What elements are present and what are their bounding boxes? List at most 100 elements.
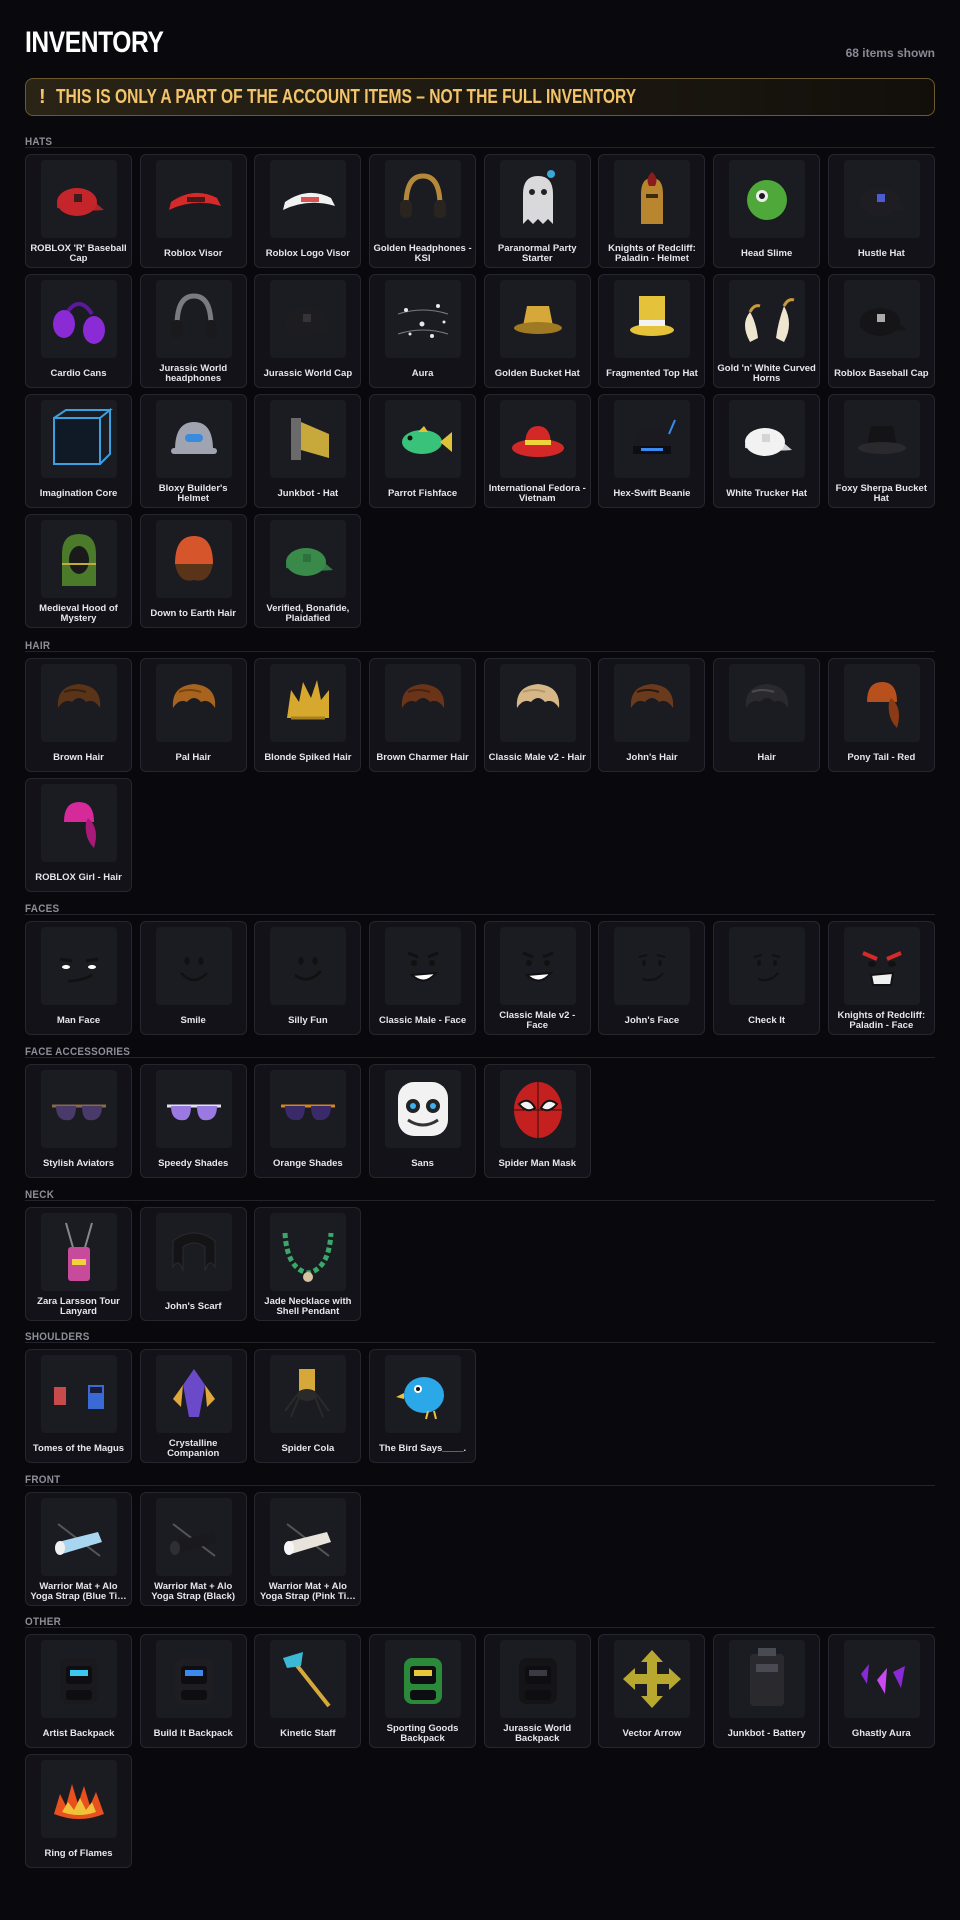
fedora-icon bbox=[499, 400, 576, 478]
item-name: Stylish Aviators bbox=[29, 1151, 128, 1177]
item-name: Artist Backpack bbox=[29, 1721, 128, 1747]
slime-icon bbox=[729, 160, 806, 238]
item-card[interactable]: Gold 'n' White Curved Horns bbox=[713, 274, 821, 388]
item-card[interactable]: Jurassic World headphones bbox=[139, 274, 247, 388]
cap-icon bbox=[270, 280, 347, 358]
item-name-text: Check It bbox=[748, 1014, 786, 1026]
item-card[interactable]: Golden Headphones - KSI bbox=[369, 154, 477, 268]
item-card[interactable]: ROBLOX Girl - Hair bbox=[25, 778, 132, 892]
item-card[interactable]: ROBLOX 'R' Baseball Cap bbox=[25, 154, 132, 268]
item-card[interactable]: Hustle Hat bbox=[827, 154, 935, 268]
skull-icon bbox=[385, 1070, 462, 1148]
item-card[interactable]: Knights of Redcliff: Paladin - Helmet bbox=[598, 154, 706, 268]
item-card[interactable]: Spider Man Mask bbox=[483, 1064, 591, 1178]
item-card[interactable]: Jade Necklace with Shell Pendant bbox=[254, 1207, 362, 1321]
item-card[interactable]: Junkbot - Battery bbox=[713, 1634, 821, 1748]
item-card[interactable]: Roblox Baseball Cap bbox=[827, 274, 935, 388]
item-name-text: The Bird Says____. bbox=[378, 1442, 467, 1454]
item-grid: ROBLOX 'R' Baseball Cap Roblox Visor Roblo… bbox=[25, 154, 935, 628]
ghastly-icon bbox=[843, 1640, 920, 1718]
item-card[interactable]: Speedy Shades bbox=[139, 1064, 247, 1178]
item-card[interactable]: Vector Arrow bbox=[598, 1634, 706, 1748]
item-card[interactable]: Zara Larsson Tour Lanyard bbox=[25, 1207, 132, 1321]
item-card[interactable]: John's Face bbox=[598, 921, 706, 1035]
item-card[interactable]: Hair bbox=[713, 658, 821, 772]
item-card[interactable]: John's Scarf bbox=[139, 1207, 247, 1321]
item-card[interactable]: Junkbot - Hat bbox=[254, 394, 362, 508]
headphones-icon bbox=[155, 280, 232, 358]
item-card[interactable]: Classic Male v2 - Face bbox=[483, 921, 591, 1035]
item-card[interactable]: Warrior Mat + Alo Yoga Strap (Pink Ti… bbox=[254, 1492, 362, 1606]
item-card[interactable]: White Trucker Hat bbox=[713, 394, 821, 508]
item-card[interactable]: Foxy Sherpa Bucket Hat bbox=[827, 394, 935, 508]
lanyard-icon bbox=[41, 1213, 117, 1291]
item-card[interactable]: Ring of Flames bbox=[25, 1754, 132, 1868]
item-name-text: ROBLOX 'R' Baseball Cap bbox=[30, 242, 127, 264]
item-card[interactable]: Medieval Hood of Mystery bbox=[25, 514, 132, 628]
item-card[interactable]: Classic Male v2 - Hair bbox=[483, 658, 591, 772]
item-name-text: Pal Hair bbox=[175, 751, 211, 763]
item-card[interactable]: Ghastly Aura bbox=[827, 1634, 935, 1748]
item-name-text: Warrior Mat + Alo Yoga Strap (Pink Ti… bbox=[260, 1580, 356, 1602]
item-card[interactable]: Roblox Visor bbox=[139, 154, 247, 268]
item-card[interactable]: Head Slime bbox=[713, 154, 821, 268]
item-card[interactable]: Roblox Logo Visor bbox=[254, 154, 362, 268]
item-card[interactable]: Crystalline Companion bbox=[139, 1349, 247, 1463]
item-card[interactable]: Sporting Goods Backpack bbox=[369, 1634, 477, 1748]
item-card[interactable]: Jurassic World Cap bbox=[254, 274, 362, 388]
item-card[interactable]: Check It bbox=[713, 921, 821, 1035]
item-card[interactable]: Warrior Mat + Alo Yoga Strap (Black) bbox=[139, 1492, 247, 1606]
item-card[interactable]: Artist Backpack bbox=[25, 1634, 132, 1748]
section-shoulders: SHOULDERS Tomes of the Magus Crystalline C… bbox=[25, 1327, 935, 1463]
item-card[interactable]: Cardio Cans bbox=[25, 274, 132, 388]
item-name-text: Classic Male v2 - Face bbox=[499, 1009, 576, 1031]
item-card[interactable]: Blonde Spiked Hair bbox=[254, 658, 362, 772]
item-card[interactable]: Fragmented Top Hat bbox=[598, 274, 706, 388]
item-name: Zara Larsson Tour Lanyard bbox=[29, 1294, 128, 1320]
item-name: Aura bbox=[373, 361, 472, 387]
section-header: NECK bbox=[25, 1185, 935, 1201]
item-card[interactable]: Stylish Aviators bbox=[25, 1064, 132, 1178]
item-card[interactable]: Pal Hair bbox=[139, 658, 247, 772]
item-card[interactable]: Verified, Bonafide, Plaidafied bbox=[254, 514, 362, 628]
item-card[interactable]: Silly Fun bbox=[254, 921, 362, 1035]
item-card[interactable]: International Fedora - Vietnam bbox=[483, 394, 591, 508]
item-name-text: Blonde Spiked Hair bbox=[264, 751, 352, 763]
item-card[interactable]: The Bird Says____. bbox=[369, 1349, 477, 1463]
item-name-text: Hair bbox=[757, 751, 776, 763]
item-card[interactable]: Build It Backpack bbox=[139, 1634, 247, 1748]
item-card[interactable]: Golden Bucket Hat bbox=[483, 274, 591, 388]
item-name: The Bird Says____. bbox=[373, 1436, 472, 1462]
item-card[interactable]: Spider Cola bbox=[254, 1349, 362, 1463]
item-name: Imagination Core bbox=[29, 481, 128, 507]
item-card[interactable]: Hex-Swift Beanie bbox=[598, 394, 706, 508]
item-card[interactable]: Sans bbox=[369, 1064, 477, 1178]
item-card[interactable]: Parrot Fishface bbox=[369, 394, 477, 508]
item-name-text: Down to Earth Hair bbox=[150, 607, 236, 619]
item-name: ROBLOX Girl - Hair bbox=[29, 865, 128, 891]
section-hair: HAIR Brown Hair Pal Hair Blonde Spiked Hair… bbox=[25, 636, 935, 892]
item-card[interactable]: Jurassic World Backpack bbox=[483, 1634, 591, 1748]
item-card[interactable]: Aura bbox=[369, 274, 477, 388]
item-card[interactable]: Knights of Redcliff: Paladin - Face bbox=[827, 921, 935, 1035]
section-face-accessories: FACE ACCESSORIES Stylish Aviators Speedy S… bbox=[25, 1042, 935, 1178]
item-card[interactable]: Classic Male - Face bbox=[369, 921, 477, 1035]
item-name: Fragmented Top Hat bbox=[602, 361, 701, 387]
cap-icon bbox=[270, 520, 347, 598]
item-card[interactable]: Kinetic Staff bbox=[254, 1634, 362, 1748]
item-card[interactable]: Man Face bbox=[25, 921, 132, 1035]
item-card[interactable]: Tomes of the Magus bbox=[25, 1349, 132, 1463]
item-card[interactable]: Imagination Core bbox=[25, 394, 132, 508]
item-card[interactable]: John's Hair bbox=[598, 658, 706, 772]
item-card[interactable]: Pony Tail - Red bbox=[827, 658, 935, 772]
item-card[interactable]: Smile bbox=[139, 921, 247, 1035]
section-divider bbox=[25, 1342, 935, 1343]
item-card[interactable]: Brown Charmer Hair bbox=[369, 658, 477, 772]
banner-text: THIS IS ONLY A PART OF THE ACCOUNT ITEMS… bbox=[55, 85, 636, 108]
item-card[interactable]: Bloxy Builder's Helmet bbox=[139, 394, 247, 508]
item-card[interactable]: Brown Hair bbox=[25, 658, 132, 772]
item-card[interactable]: Orange Shades bbox=[254, 1064, 362, 1178]
item-card[interactable]: Down to Earth Hair bbox=[139, 514, 247, 628]
item-card[interactable]: Paranormal Party Starter bbox=[483, 154, 591, 268]
item-card[interactable]: Warrior Mat + Alo Yoga Strap (Blue Ti… bbox=[25, 1492, 132, 1606]
